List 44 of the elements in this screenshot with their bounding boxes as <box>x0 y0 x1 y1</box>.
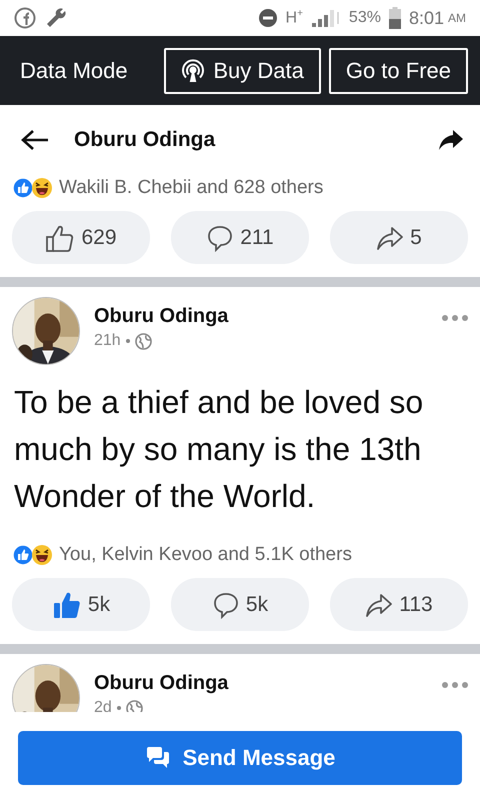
battery-icon <box>388 7 401 29</box>
send-message-button[interactable]: Send Message <box>18 731 462 785</box>
network-type: H$^{+}$ <box>286 8 303 28</box>
share-arrow-icon <box>376 224 404 250</box>
share-button[interactable]: 5 <box>330 211 468 264</box>
separator-dot <box>116 706 121 710</box>
comment-button[interactable]: 211 <box>171 211 309 264</box>
share-arrow-icon <box>365 592 394 618</box>
clock-period: AM <box>448 11 466 25</box>
broadcast-icon <box>181 58 206 82</box>
page-title: Oburu Odinga <box>74 128 216 152</box>
comment-icon <box>212 590 240 618</box>
reactions-summary[interactable]: You, Kelvin Kevoo and 5.1K others <box>59 544 352 566</box>
go-to-free-button[interactable]: Go to Free <box>328 48 468 94</box>
reactions-summary[interactable]: Wakili B. Chebii and 628 others <box>59 177 324 199</box>
post-time: 21h <box>94 332 121 350</box>
battery-percent: 53% <box>348 9 381 27</box>
like-button[interactable]: 629 <box>12 211 150 264</box>
laugh-reaction-icon <box>31 177 53 199</box>
share-button[interactable]: 113 <box>330 578 468 631</box>
more-options-icon[interactable] <box>442 682 468 688</box>
like-reaction-icon <box>12 177 34 199</box>
chat-icon <box>144 746 171 770</box>
facebook-icon <box>14 7 36 29</box>
back-icon[interactable] <box>20 128 50 152</box>
author-name[interactable]: Oburu Odinga <box>94 305 428 328</box>
author-name[interactable]: Oburu Odinga <box>94 672 428 695</box>
separator-dot <box>126 339 130 343</box>
share-icon[interactable] <box>438 129 464 151</box>
do-not-disturb-icon <box>258 8 278 28</box>
buy-data-button[interactable]: Buy Data <box>164 48 321 94</box>
signal-icon <box>310 8 341 28</box>
data-mode-label: Data Mode <box>20 58 129 84</box>
like-button[interactable]: 5k <box>12 578 150 631</box>
comment-button[interactable]: 5k <box>171 578 309 631</box>
comment-icon <box>206 224 234 252</box>
clock: 8:01 <box>408 8 444 28</box>
globe-icon <box>134 332 152 350</box>
post-time: 2d <box>94 699 112 712</box>
like-reaction-icon <box>12 544 34 566</box>
laugh-reaction-icon <box>31 544 53 566</box>
more-options-icon[interactable] <box>442 315 468 321</box>
post-text: To be a thief and be loved so much by so many is the 13th Wonder of the World. <box>14 383 424 516</box>
globe-icon <box>126 700 143 712</box>
